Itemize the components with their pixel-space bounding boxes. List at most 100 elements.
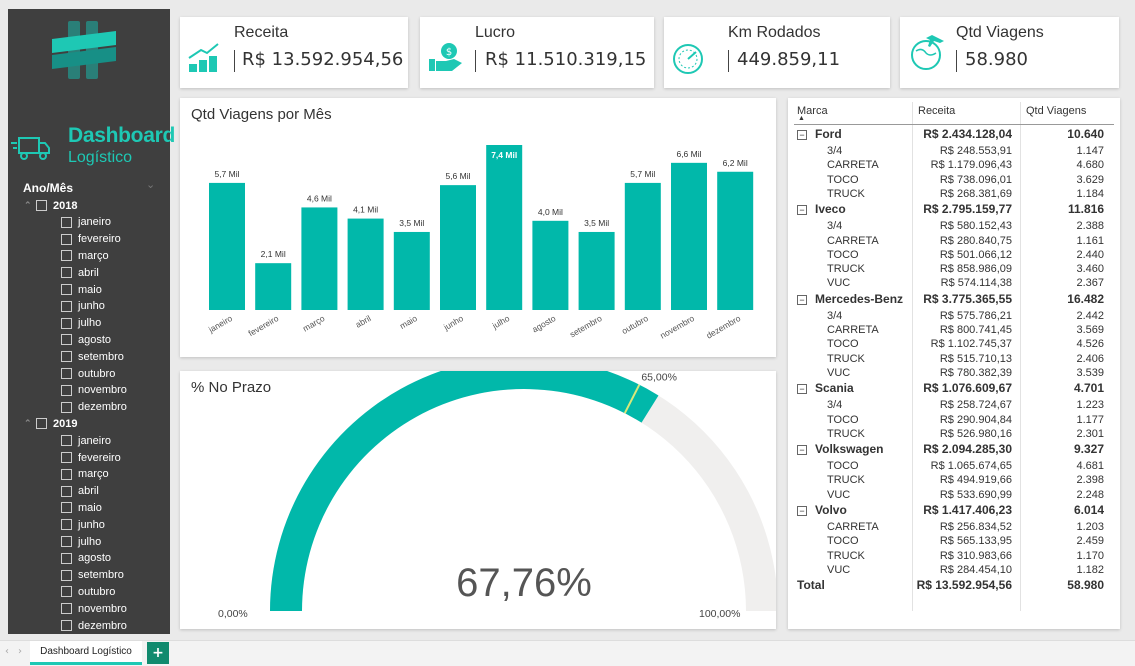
- slicer-month-item[interactable]: abril: [61, 264, 99, 281]
- slicer-month-item[interactable]: novembro: [61, 600, 127, 617]
- chevron-up-icon[interactable]: ⌃: [24, 200, 36, 211]
- checkbox[interactable]: [61, 485, 72, 497]
- cell-receita: R$ 280.840,75: [939, 234, 1012, 247]
- slicer-month-item[interactable]: dezembro: [61, 617, 127, 634]
- bar-maio[interactable]: [393, 231, 430, 310]
- bar-outubro[interactable]: [624, 182, 661, 310]
- slicer-month-item[interactable]: maio: [61, 499, 102, 516]
- bar-fevereiro[interactable]: [255, 263, 292, 310]
- slicer-month-item[interactable]: outubro: [61, 365, 115, 382]
- checkbox[interactable]: [61, 519, 72, 531]
- table-row-brand[interactable]: − Ford R$ 2.434.128,04 10.640: [794, 127, 1114, 141]
- table-header-qtd[interactable]: Qtd Viagens: [1026, 105, 1086, 117]
- collapse-icon[interactable]: −: [797, 445, 807, 456]
- table-row-brand[interactable]: − Volkswagen R$ 2.094.285,30 9.327: [794, 442, 1114, 456]
- slicer-month-item[interactable]: dezembro: [61, 399, 127, 416]
- table-row: TRUCK R$ 858.986,09 3.460: [794, 263, 1114, 277]
- collapse-icon[interactable]: −: [797, 384, 807, 395]
- cell-receita: R$ 526.980,16: [939, 427, 1012, 440]
- table-row-brand[interactable]: − Scania R$ 1.076.609,67 4.701: [794, 381, 1114, 395]
- checkbox[interactable]: [61, 586, 72, 598]
- checkbox[interactable]: [61, 468, 72, 480]
- cell-marca: CARRETA: [827, 521, 879, 533]
- checkbox[interactable]: [61, 569, 72, 581]
- slicer-month-item[interactable]: agosto: [61, 331, 111, 348]
- checkbox[interactable]: [61, 502, 72, 514]
- slicer-month-item[interactable]: fevereiro: [61, 231, 121, 248]
- cell-receita: R$ 256.834,52: [939, 521, 1012, 533]
- checkbox[interactable]: [61, 435, 72, 447]
- cell-qtd: 1.170: [1076, 549, 1104, 562]
- checkbox[interactable]: [61, 401, 72, 413]
- slicer-month-item[interactable]: janeiro: [61, 214, 111, 231]
- collapse-icon[interactable]: −: [797, 130, 807, 140]
- slicer-month-label: outubro: [78, 585, 116, 598]
- table-row-brand[interactable]: − Volvo R$ 1.417.406,23 6.014: [794, 503, 1114, 517]
- bar-junho[interactable]: [440, 185, 476, 310]
- checkbox[interactable]: [61, 267, 72, 279]
- checkbox[interactable]: [61, 233, 72, 245]
- slicer-month-item[interactable]: maio: [61, 281, 102, 298]
- cell-marca-text: 3/4: [827, 220, 843, 233]
- bar-julho[interactable]: [486, 145, 523, 310]
- checkbox[interactable]: [61, 536, 72, 547]
- next-page-icon[interactable]: ›: [18, 646, 22, 657]
- bar-março[interactable]: [301, 207, 338, 310]
- slicer-month-item[interactable]: julho: [61, 533, 101, 550]
- checkbox[interactable]: [61, 384, 72, 396]
- money-growth-icon: [188, 43, 219, 72]
- checkbox[interactable]: [61, 452, 72, 463]
- checkbox[interactable]: [36, 200, 47, 211]
- checkbox[interactable]: [36, 418, 47, 430]
- slicer-year-2019[interactable]: ⌃ 2019: [24, 415, 77, 432]
- checkbox[interactable]: [61, 620, 72, 631]
- checkbox[interactable]: [61, 368, 72, 379]
- slicer-month-item[interactable]: janeiro: [61, 432, 111, 449]
- checkbox[interactable]: [61, 284, 72, 295]
- slicer-month-item[interactable]: julho: [61, 315, 101, 332]
- sort-asc-icon[interactable]: ▲: [798, 115, 805, 122]
- checkbox[interactable]: [61, 250, 72, 262]
- slicer-month-item[interactable]: agosto: [61, 550, 111, 567]
- collapse-icon[interactable]: −: [797, 506, 807, 516]
- bar-novembro[interactable]: [671, 162, 707, 310]
- collapse-icon[interactable]: −: [797, 205, 807, 216]
- table-row: TOCO R$ 1.065.674,65 4.681: [794, 460, 1114, 474]
- bar-dezembro[interactable]: [717, 171, 754, 310]
- slicer-month-item[interactable]: abril: [61, 483, 99, 500]
- checkbox[interactable]: [61, 552, 72, 564]
- bar-abril[interactable]: [347, 218, 384, 310]
- slicer-month-item[interactable]: junho: [61, 298, 105, 315]
- checkbox[interactable]: [61, 300, 72, 312]
- tab-dashboard-logistico[interactable]: Dashboard Logístico: [30, 641, 142, 665]
- bar-janeiro[interactable]: [209, 182, 245, 310]
- chevron-up-icon[interactable]: ⌃: [24, 418, 36, 429]
- cell-receita: R$ 13.592.954,56: [916, 578, 1012, 593]
- checkbox[interactable]: [61, 317, 72, 329]
- slicer-month-item[interactable]: março: [61, 466, 109, 483]
- slicer-year-2018[interactable]: ⌃ 2018: [24, 197, 77, 214]
- chevron-down-icon[interactable]: ⌄: [146, 178, 155, 191]
- bar-setembro[interactable]: [578, 231, 615, 310]
- checkbox[interactable]: [61, 603, 72, 615]
- table-row-brand[interactable]: − Iveco R$ 2.795.159,77 11.816: [794, 202, 1114, 216]
- prev-page-icon[interactable]: ‹: [5, 646, 9, 657]
- slicer-month-item[interactable]: junho: [61, 516, 105, 533]
- slicer-month-item[interactable]: setembro: [61, 567, 124, 584]
- collapse-icon[interactable]: −: [797, 294, 807, 305]
- table-header-receita[interactable]: Receita: [918, 105, 955, 117]
- slicer-month-item[interactable]: setembro: [61, 348, 124, 365]
- checkbox[interactable]: [61, 216, 72, 228]
- slicer-month-label: agosto: [78, 552, 112, 565]
- bar-agosto[interactable]: [532, 220, 569, 310]
- cell-marca: TRUCK: [827, 550, 865, 562]
- slicer-month-item[interactable]: março: [61, 247, 109, 264]
- slicer-month-item[interactable]: fevereiro: [61, 449, 121, 466]
- checkbox[interactable]: [61, 334, 72, 346]
- slicer-month-item[interactable]: outubro: [61, 583, 115, 600]
- checkbox[interactable]: [61, 351, 72, 363]
- table-row: TRUCK R$ 268.381,69 1.184: [794, 188, 1114, 202]
- add-page-button[interactable]: +: [147, 642, 169, 664]
- slicer-month-item[interactable]: novembro: [61, 382, 127, 399]
- table-row-brand[interactable]: − Mercedes-Benz R$ 3.775.365,55 16.482: [794, 292, 1114, 306]
